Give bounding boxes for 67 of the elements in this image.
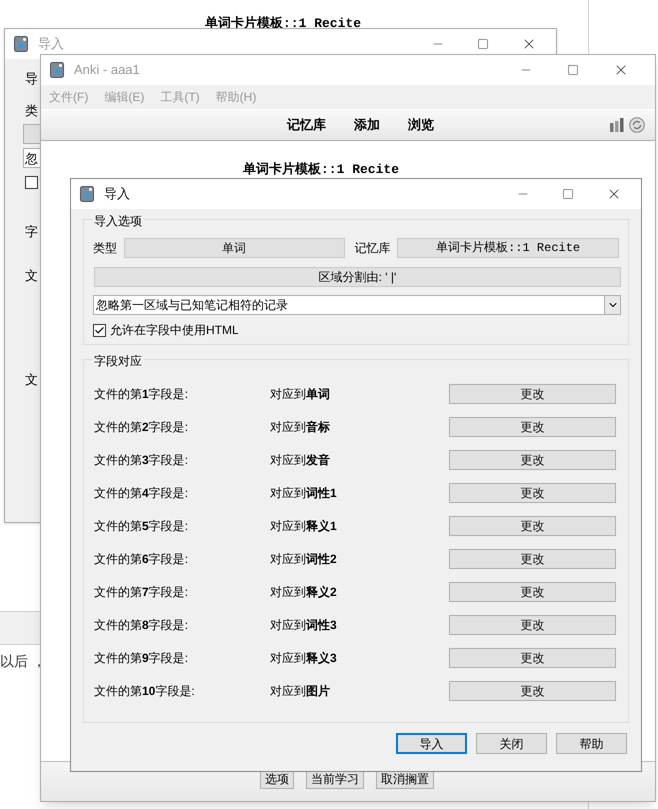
field-label: 文件的第2字段是: (94, 419, 190, 436)
push-button[interactable]: 更改 (449, 615, 616, 635)
body-text: 以后 ， (0, 652, 46, 670)
app-icon (14, 36, 28, 52)
toolbar-link[interactable]: 浏览 (408, 114, 434, 134)
toolbar-link[interactable]: 添加 (354, 114, 380, 134)
push-button[interactable]: 更改 (449, 582, 616, 602)
field-label: 文件的第3字段是: (94, 452, 190, 469)
field-mapping: 对应到词性3 (270, 617, 338, 634)
dropdown-field[interactable]: 忽 (23, 148, 40, 168)
push-button[interactable]: 单词 (124, 238, 345, 258)
checkbox[interactable] (93, 324, 106, 336)
stats-icon[interactable] (609, 118, 625, 132)
push-button[interactable]: 更改 (449, 648, 616, 668)
field-label: 文 (25, 266, 38, 284)
window-title: 导入 (104, 185, 130, 204)
field-mapping: 对应到发音 (270, 452, 331, 469)
field-label: 类型 (93, 240, 118, 257)
maximize-icon[interactable] (567, 64, 579, 76)
field-label: 文件的第9字段是: (94, 650, 190, 667)
maximize-icon[interactable] (477, 38, 489, 50)
deck-heading: 单词卡片模板::1 Recite (204, 15, 362, 33)
dropdown-field[interactable]: 忽略第一区域与已知笔记相符的记录 (93, 295, 621, 315)
push-button[interactable]: 更改 (449, 417, 616, 437)
group-title: 字段对应 (92, 352, 144, 370)
field-mapping: 对应到图片 (270, 683, 331, 700)
field-label: 文件的第6字段是: (94, 551, 190, 568)
field-label: 文件的第5字段是: (94, 518, 190, 535)
push-button[interactable]: 更改 (449, 681, 616, 701)
field-label: 文 (25, 371, 38, 389)
sync-icon[interactable] (629, 116, 645, 132)
field-label: 文件的第10字段是: (94, 683, 196, 700)
field-label: 字 (25, 223, 38, 241)
push-button[interactable]: 更改 (449, 384, 616, 404)
checkbox[interactable] (25, 176, 38, 189)
field-mapping: 对应到释义2 (270, 584, 338, 601)
field-mapping: 对应到释义3 (270, 650, 338, 667)
maximize-icon[interactable] (562, 188, 574, 200)
push-button[interactable]: 关闭 (476, 733, 547, 754)
field-mapping: 对应到词性1 (270, 485, 338, 502)
checkbox-label: 允许在字段中使用HTML (110, 322, 239, 339)
push-button[interactable]: 导入 (396, 733, 467, 754)
field-mapping: 对应到单词 (270, 386, 331, 403)
field-mapping: 对应到音标 (270, 419, 331, 436)
push-button[interactable]: 区域分割由: ' |' (94, 267, 621, 287)
window-title: 导入 (38, 35, 64, 54)
push-button[interactable]: 更改 (449, 549, 616, 569)
push-button[interactable]: 更改 (449, 450, 616, 470)
field-mapping: 对应到词性2 (270, 551, 338, 568)
toolbar-link[interactable]: 记忆库 (287, 114, 326, 134)
push-button[interactable]: 单词卡片模板::1 Recite (397, 238, 619, 258)
group-title: 导入选项 (92, 212, 144, 230)
app-icon (50, 62, 64, 78)
field-label: 类 (25, 102, 38, 120)
field-label: 文件的第4字段是: (94, 485, 190, 502)
push-button[interactable]: 更改 (449, 483, 616, 503)
push-button[interactable]: 更改 (449, 516, 616, 536)
group-label: 导 (25, 70, 38, 88)
field-label: 文件的第1字段是: (94, 386, 190, 403)
field-label: 记忆库 (354, 240, 392, 257)
field-label: 文件的第7字段是: (94, 584, 190, 601)
deck-heading: 单词卡片模板::1 Recite (242, 161, 400, 179)
field-label: 文件的第8字段是: (94, 617, 190, 634)
field-mapping: 对应到释义1 (270, 518, 338, 535)
push-button[interactable]: 帮助 (556, 733, 627, 754)
app-icon (80, 186, 94, 202)
window-title: Anki - aaa1 (74, 61, 140, 80)
